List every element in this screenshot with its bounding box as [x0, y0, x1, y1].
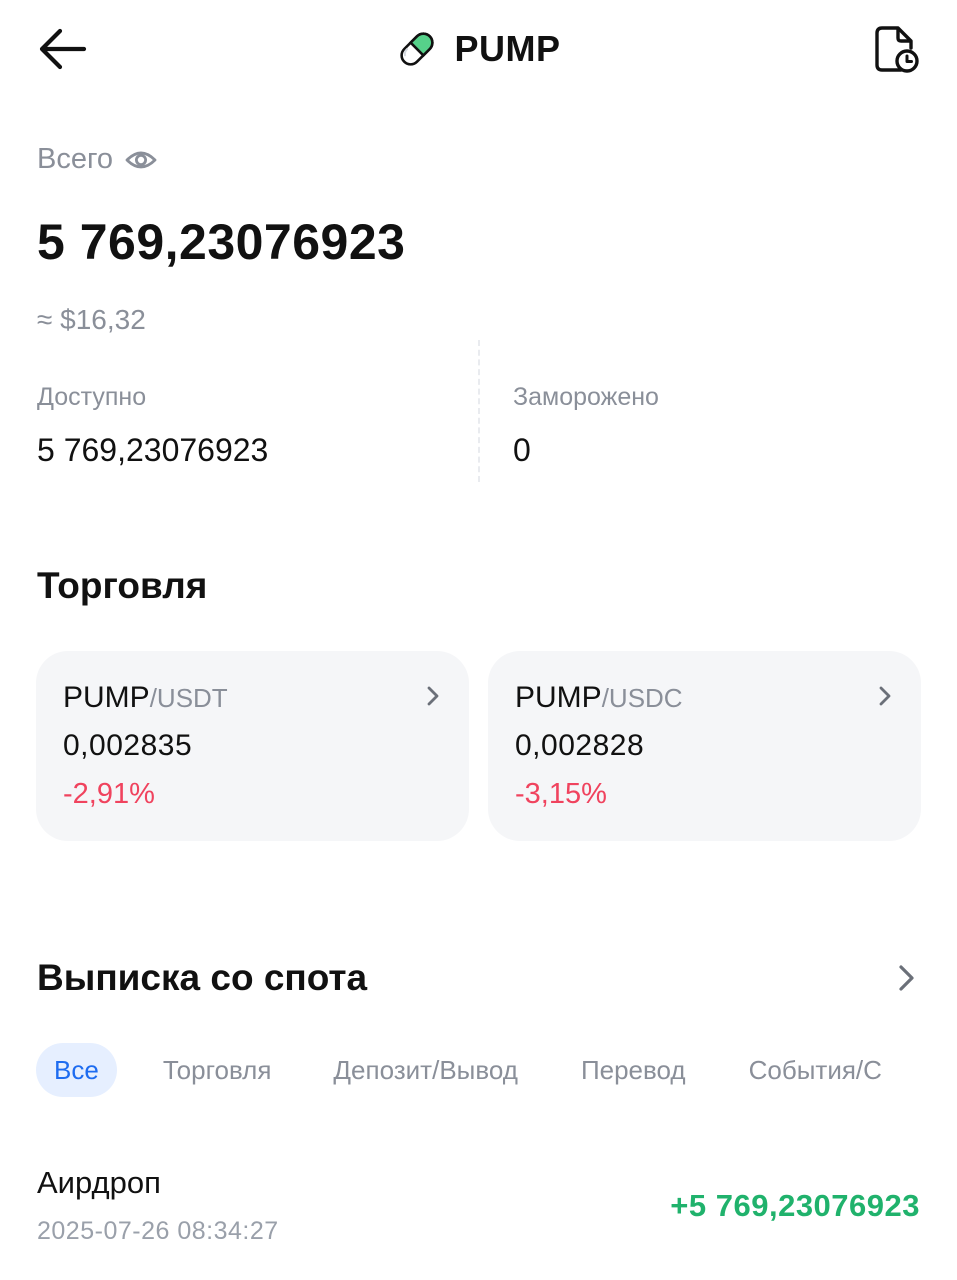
total-label-group: Всего [37, 143, 157, 176]
frozen-value: 0 [513, 432, 531, 468]
tab-trading[interactable]: Торговля [163, 1043, 272, 1097]
statement-more-button[interactable] [895, 962, 917, 994]
tab-deposit-withdraw[interactable]: Депозит/Вывод [333, 1043, 518, 1097]
transaction-type: Аирдроп [37, 1165, 161, 1200]
pair-price: 0,002835 [63, 729, 193, 762]
pair-base: PUMP [63, 681, 150, 714]
chevron-right-icon [879, 686, 891, 706]
eye-icon[interactable] [125, 148, 157, 172]
available-label: Доступно [37, 383, 147, 411]
statement-filter-tabs: Все Торговля Депозит/Вывод Перевод События/С [36, 1043, 921, 1097]
header-title-group: PUMP [0, 26, 957, 72]
pair-quote: /USDC [601, 683, 683, 713]
trading-pair-card-usdt[interactable]: PUMP/USDT 0,002835 -2,91% [36, 651, 469, 841]
transaction-amount: +5 769,23076923 [670, 1188, 920, 1223]
tab-all[interactable]: Все [36, 1043, 117, 1097]
statement-section-title: Выписка со спота [37, 957, 368, 998]
trading-section-title: Торговля [37, 565, 208, 606]
trading-pair-card-usdc[interactable]: PUMP/USDC 0,002828 -3,15% [488, 651, 921, 841]
tab-transfer[interactable]: Перевод [581, 1043, 686, 1097]
chevron-right-icon [899, 965, 914, 991]
page-title: PUMP [454, 28, 561, 69]
usd-equivalent: ≈ $16,32 [37, 304, 146, 335]
pair-change: -2,91% [63, 778, 155, 810]
document-clock-icon [875, 26, 919, 73]
chevron-right-icon [427, 686, 439, 706]
history-button[interactable] [873, 24, 921, 76]
frozen-label: Заморожено [513, 383, 659, 411]
pill-icon [400, 32, 435, 66]
balance-divider [478, 340, 480, 482]
pair-name: PUMP/USDC [515, 681, 683, 715]
total-label: Всего [37, 143, 114, 175]
pair-name: PUMP/USDT [63, 681, 228, 715]
pair-base: PUMP [515, 681, 602, 714]
total-balance: 5 769,23076923 [37, 214, 406, 270]
pair-change: -3,15% [515, 778, 607, 810]
pair-quote: /USDT [149, 683, 228, 713]
tab-events[interactable]: События/С [749, 1043, 882, 1097]
pair-price: 0,002828 [515, 729, 645, 762]
transaction-date: 2025-07-26 08:34:27 [37, 1217, 279, 1245]
available-value: 5 769,23076923 [37, 432, 269, 468]
